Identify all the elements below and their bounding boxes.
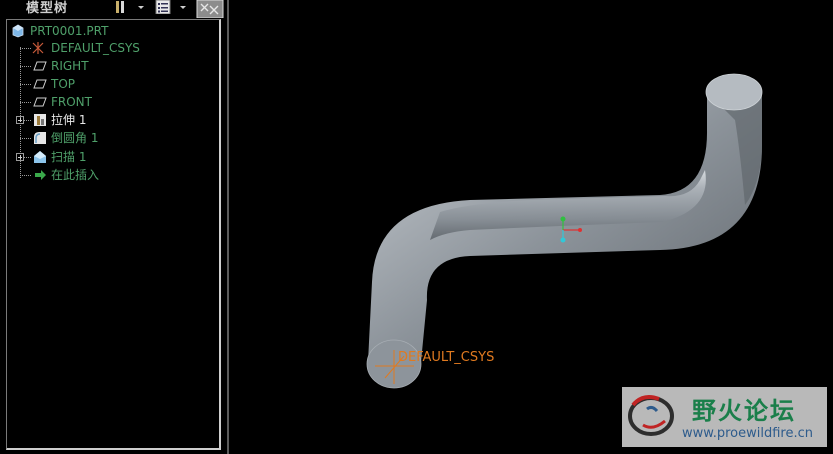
tree-item-front-plane[interactable]: FRONT: [7, 93, 219, 111]
model-tree-panel: 模型树 PRT0001.PRT DEFAULT_CSYS RIGHT TOP F…: [0, 0, 229, 454]
tree-settings-icon[interactable]: [196, 0, 224, 18]
tree-item-label: PRT0001.PRT: [30, 24, 109, 38]
tree-display-icon[interactable]: [155, 0, 189, 14]
pipe-model[interactable]: [229, 0, 833, 454]
part-icon: [12, 24, 24, 38]
csys-icon: [32, 42, 44, 54]
tree-item-default-csys[interactable]: DEFAULT_CSYS: [7, 39, 219, 57]
sweep-icon: [34, 151, 46, 163]
tree-item-label: 倒圆角 1: [51, 131, 99, 145]
tree-item-part[interactable]: PRT0001.PRT: [7, 22, 219, 40]
insert-here-icon: [35, 170, 46, 180]
datum-plane-icon: [33, 97, 47, 107]
expand-toggle[interactable]: [16, 116, 24, 124]
extrude-icon: [34, 114, 46, 126]
tree-item-label: TOP: [51, 77, 76, 91]
graphics-viewport[interactable]: [229, 0, 833, 454]
watermark-title: 野火论坛: [692, 397, 796, 425]
pipe-body: [368, 92, 762, 362]
tree-item-label: FRONT: [51, 95, 92, 109]
model-tree-toolbar: 模型树: [0, 0, 227, 18]
forum-logo-icon: [628, 395, 674, 436]
watermark-url: www.proewildfire.cn: [682, 426, 813, 441]
datum-plane-icon: [33, 79, 47, 89]
tree-item-insert-here[interactable]: 在此插入: [7, 166, 219, 184]
tree-item-label: RIGHT: [51, 59, 89, 73]
model-tree-list: PRT0001.PRT DEFAULT_CSYS RIGHT TOP FRONT…: [6, 19, 221, 450]
tree-item-label: DEFAULT_CSYS: [51, 41, 140, 55]
csys-label: DEFAULT_CSYS: [398, 350, 495, 365]
tree-item-round-1[interactable]: 倒圆角 1: [7, 129, 219, 147]
tree-item-sweep-1[interactable]: 扫描 1: [7, 148, 219, 166]
tree-item-right-plane[interactable]: RIGHT: [7, 57, 219, 75]
round-icon: [34, 132, 46, 144]
tree-item-label: 拉伸 1: [51, 113, 87, 127]
datum-plane-icon: [33, 61, 47, 71]
forum-watermark: 野火论坛 www.proewildfire.cn: [622, 387, 827, 447]
tree-item-label: 在此插入: [51, 168, 100, 182]
tree-item-top-plane[interactable]: TOP: [7, 75, 219, 93]
tree-tools-icon[interactable]: [114, 0, 146, 14]
model-tree-title: 模型树: [26, 1, 69, 16]
pipe-top-cap: [705, 73, 763, 111]
expand-toggle[interactable]: [16, 153, 24, 161]
tree-item-label: 扫描 1: [51, 150, 87, 164]
tree-item-extrude-1[interactable]: 拉伸 1: [7, 111, 219, 129]
